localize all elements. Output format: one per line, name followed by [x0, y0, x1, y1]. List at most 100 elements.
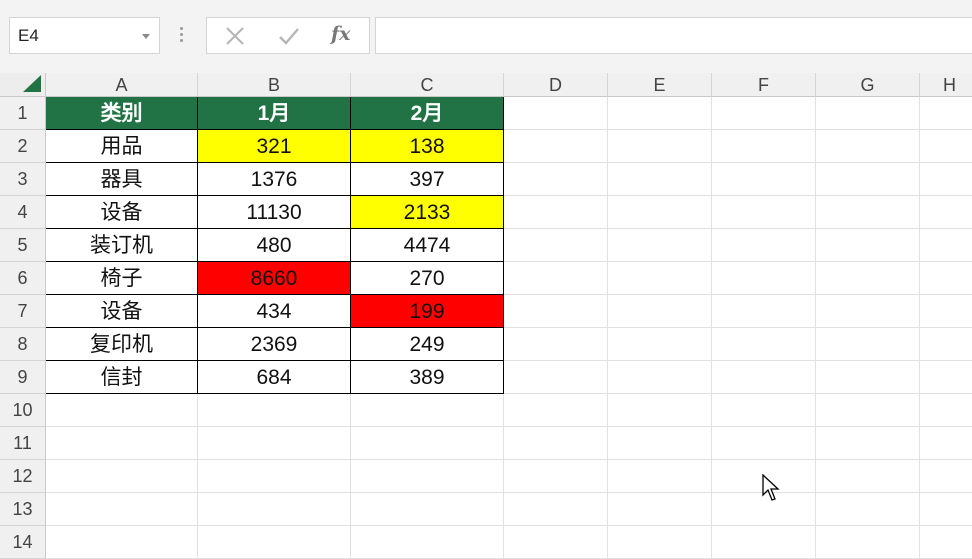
- cell-b6[interactable]: 8660: [198, 262, 351, 295]
- cell-g4[interactable]: [816, 196, 920, 229]
- cell-a3[interactable]: 器具: [46, 163, 198, 196]
- cell-c4[interactable]: 2133: [351, 196, 504, 229]
- check-icon[interactable]: [277, 25, 301, 47]
- cell-c6[interactable]: 270: [351, 262, 504, 295]
- column-header-h[interactable]: H: [920, 73, 972, 97]
- cell-g5[interactable]: [816, 229, 920, 262]
- select-all-button[interactable]: [0, 73, 46, 97]
- cell-c9[interactable]: 389: [351, 361, 504, 394]
- cell-h2[interactable]: [920, 130, 972, 163]
- cell-e6[interactable]: [608, 262, 712, 295]
- cell-h4[interactable]: [920, 196, 972, 229]
- cell-f1[interactable]: [712, 97, 816, 130]
- column-header-c[interactable]: C: [351, 73, 504, 97]
- cell-g6[interactable]: [816, 262, 920, 295]
- cell-h13[interactable]: [920, 493, 972, 526]
- column-header-b[interactable]: B: [198, 73, 351, 97]
- cell-h10[interactable]: [920, 394, 972, 427]
- row-header-2[interactable]: 2: [0, 130, 46, 163]
- cell-e14[interactable]: [608, 526, 712, 559]
- cell-f8[interactable]: [712, 328, 816, 361]
- cell-c3[interactable]: 397: [351, 163, 504, 196]
- cell-d10[interactable]: [504, 394, 608, 427]
- formula-input[interactable]: [375, 17, 972, 54]
- cell-b11[interactable]: [198, 427, 351, 460]
- cell-d5[interactable]: [504, 229, 608, 262]
- cell-f6[interactable]: [712, 262, 816, 295]
- cell-g1[interactable]: [816, 97, 920, 130]
- cell-c8[interactable]: 249: [351, 328, 504, 361]
- cell-f5[interactable]: [712, 229, 816, 262]
- cell-d8[interactable]: [504, 328, 608, 361]
- cell-g13[interactable]: [816, 493, 920, 526]
- cell-e7[interactable]: [608, 295, 712, 328]
- cell-c11[interactable]: [351, 427, 504, 460]
- column-header-g[interactable]: G: [816, 73, 920, 97]
- cell-e4[interactable]: [608, 196, 712, 229]
- cell-b4[interactable]: 11130: [198, 196, 351, 229]
- cell-c5[interactable]: 4474: [351, 229, 504, 262]
- cell-g2[interactable]: [816, 130, 920, 163]
- cell-g7[interactable]: [816, 295, 920, 328]
- cell-c13[interactable]: [351, 493, 504, 526]
- cell-f10[interactable]: [712, 394, 816, 427]
- cell-a13[interactable]: [46, 493, 198, 526]
- cell-h14[interactable]: [920, 526, 972, 559]
- cell-a5[interactable]: 装订机: [46, 229, 198, 262]
- cell-a1[interactable]: 类别: [46, 97, 198, 130]
- cell-e5[interactable]: [608, 229, 712, 262]
- cell-d12[interactable]: [504, 460, 608, 493]
- cell-c2[interactable]: 138: [351, 130, 504, 163]
- cell-c7[interactable]: 199: [351, 295, 504, 328]
- cell-h7[interactable]: [920, 295, 972, 328]
- row-header-5[interactable]: 5: [0, 229, 46, 262]
- cell-c10[interactable]: [351, 394, 504, 427]
- cell-d1[interactable]: [504, 97, 608, 130]
- row-header-4[interactable]: 4: [0, 196, 46, 229]
- column-header-f[interactable]: F: [712, 73, 816, 97]
- cell-a12[interactable]: [46, 460, 198, 493]
- insert-function-button[interactable]: fx: [331, 23, 355, 45]
- cell-e11[interactable]: [608, 427, 712, 460]
- cell-g11[interactable]: [816, 427, 920, 460]
- cell-d11[interactable]: [504, 427, 608, 460]
- cell-f11[interactable]: [712, 427, 816, 460]
- cell-d7[interactable]: [504, 295, 608, 328]
- cell-b12[interactable]: [198, 460, 351, 493]
- cell-a6[interactable]: 椅子: [46, 262, 198, 295]
- cell-h11[interactable]: [920, 427, 972, 460]
- cell-g9[interactable]: [816, 361, 920, 394]
- cell-d6[interactable]: [504, 262, 608, 295]
- cell-b5[interactable]: 480: [198, 229, 351, 262]
- cell-g8[interactable]: [816, 328, 920, 361]
- cell-e8[interactable]: [608, 328, 712, 361]
- cell-h6[interactable]: [920, 262, 972, 295]
- row-header-8[interactable]: 8: [0, 328, 46, 361]
- row-header-6[interactable]: 6: [0, 262, 46, 295]
- cell-b2[interactable]: 321: [198, 130, 351, 163]
- cancel-icon[interactable]: [223, 25, 247, 47]
- cell-g14[interactable]: [816, 526, 920, 559]
- cell-f14[interactable]: [712, 526, 816, 559]
- cell-e1[interactable]: [608, 97, 712, 130]
- cell-h3[interactable]: [920, 163, 972, 196]
- row-header-7[interactable]: 7: [0, 295, 46, 328]
- cell-a14[interactable]: [46, 526, 198, 559]
- cell-h8[interactable]: [920, 328, 972, 361]
- cell-a10[interactable]: [46, 394, 198, 427]
- column-header-e[interactable]: E: [608, 73, 712, 97]
- cell-b8[interactable]: 2369: [198, 328, 351, 361]
- cell-c12[interactable]: [351, 460, 504, 493]
- cell-e2[interactable]: [608, 130, 712, 163]
- cell-b7[interactable]: 434: [198, 295, 351, 328]
- row-header-12[interactable]: 12: [0, 460, 46, 493]
- column-header-d[interactable]: D: [504, 73, 608, 97]
- cell-f9[interactable]: [712, 361, 816, 394]
- cell-e3[interactable]: [608, 163, 712, 196]
- cell-a4[interactable]: 设备: [46, 196, 198, 229]
- cell-a9[interactable]: 信封: [46, 361, 198, 394]
- cell-b9[interactable]: 684: [198, 361, 351, 394]
- chevron-down-icon[interactable]: [142, 34, 150, 39]
- cell-h9[interactable]: [920, 361, 972, 394]
- column-header-a[interactable]: A: [46, 73, 198, 97]
